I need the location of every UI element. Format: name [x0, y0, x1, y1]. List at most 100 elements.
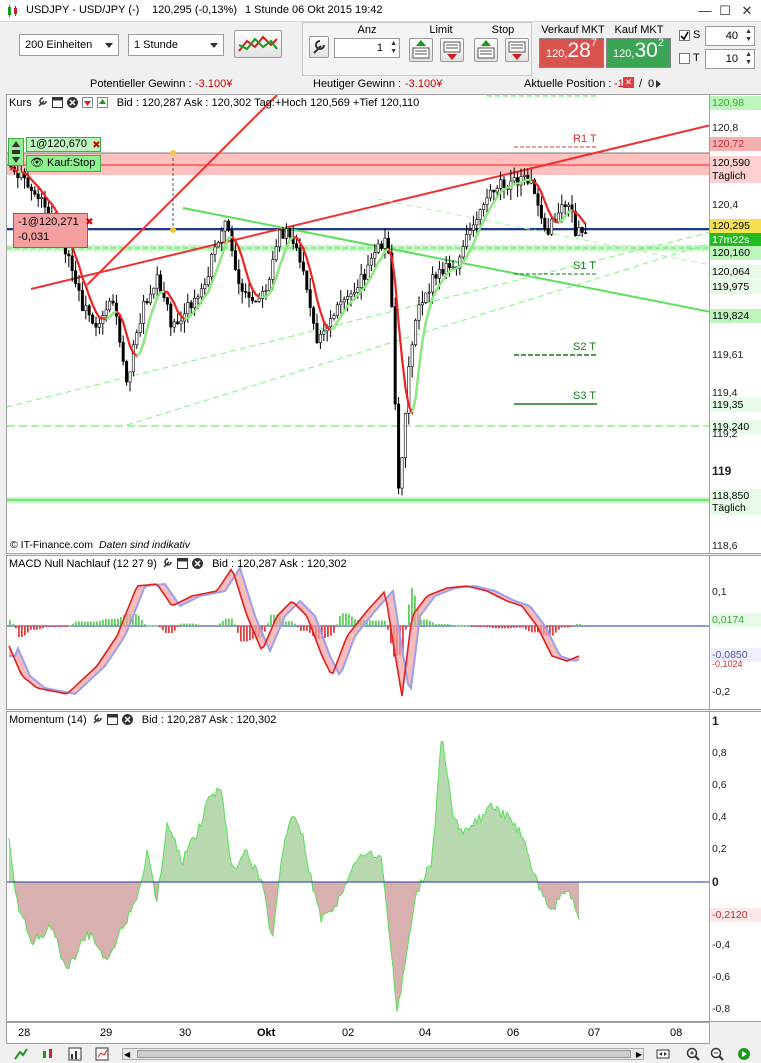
scrollbar-thumb[interactable]	[137, 1050, 631, 1058]
buy-stop-type-tag[interactable]: 👁 Kauf:Stop	[26, 155, 101, 172]
momentum-chart[interactable]	[7, 712, 710, 1022]
macd-panel[interactable]: MACD Null Nachlauf (12 27 9) Bid : 120,2…	[6, 555, 710, 710]
price-axis[interactable]: 120,98 120,8 120,72 120,590 Täglich 120,…	[710, 94, 761, 554]
spin-up-icon[interactable]: ▲	[742, 28, 752, 36]
zoom-out-icon[interactable]	[710, 1047, 724, 1061]
stop-buy-button[interactable]	[474, 38, 498, 62]
buy-stop-order-tag[interactable]: 1@120,670	[26, 137, 101, 152]
buy-order-icon[interactable]	[96, 97, 108, 108]
t-input[interactable]: 10 ▲ ▼	[705, 49, 755, 69]
candle-body	[162, 292, 166, 298]
spin-up-icon[interactable]: ▲	[742, 51, 752, 59]
cancel-order-icon[interactable]: ✖	[91, 140, 102, 151]
candle-body	[363, 273, 367, 280]
bar-chart-icon[interactable]	[68, 1047, 82, 1061]
indicator-button[interactable]	[234, 30, 282, 58]
wrench-button[interactable]	[309, 36, 329, 58]
momentum-axis[interactable]: 1 0,8 0,6 0,4 0,2 0 -0,2120 -0,4 -0,6 -0…	[710, 711, 761, 1022]
ytick-118-6: 118,6	[712, 540, 738, 552]
macd-histogram-bar	[267, 623, 269, 626]
drawing-tools-icon[interactable]	[14, 1047, 28, 1061]
close-circle-icon[interactable]	[192, 558, 204, 569]
candle-body	[383, 237, 387, 249]
wrench-icon[interactable]	[37, 97, 48, 108]
time-axis[interactable]: 28 29 30 Okt 02 04 06 07 08	[6, 1022, 710, 1044]
sell-market-button[interactable]: 120,287	[539, 37, 604, 68]
timeframe-select[interactable]: 1 Stunde	[128, 34, 224, 56]
fit-chart-icon[interactable]	[656, 1047, 670, 1061]
spin-down-icon[interactable]: ▼	[742, 36, 752, 44]
window-icon[interactable]	[106, 714, 118, 725]
checkmark-icon	[680, 31, 689, 41]
auto-scroll-icon[interactable]	[737, 1047, 751, 1061]
close-circle-icon[interactable]	[66, 97, 78, 108]
window-icon[interactable]	[177, 558, 189, 569]
t-checkbox[interactable]	[679, 53, 690, 64]
add-indicator-icon[interactable]	[95, 1047, 109, 1061]
candle-body	[118, 315, 122, 343]
macd-histogram-bar	[21, 626, 23, 638]
macd-axis[interactable]: 0,1 0,0174 -0,0850 -0,1024 -0,2	[710, 555, 761, 710]
candle-body	[278, 229, 282, 248]
candle-body	[468, 230, 472, 235]
price-chart[interactable]: R1 T S1 T S2 T S3 T	[7, 95, 710, 554]
candle-body	[393, 306, 397, 405]
candle-body	[356, 287, 360, 293]
wrench-icon[interactable]	[92, 714, 103, 725]
macd-histogram-bar	[159, 626, 161, 628]
macd-histogram-bar	[96, 621, 98, 626]
maximize-icon[interactable]: ☐	[715, 2, 735, 20]
close-icon[interactable]: ✕	[737, 2, 757, 20]
limit-sell-button[interactable]	[440, 38, 464, 62]
macd-histogram-bar	[93, 621, 95, 626]
scroll-right-icon[interactable]: ▶	[636, 1050, 642, 1059]
minimize-icon[interactable]: —	[695, 2, 715, 20]
s-value: 40	[725, 30, 738, 42]
macd-histogram-bar	[429, 620, 431, 626]
macd-panel-header: MACD Null Nachlauf (12 27 9) Bid : 120,2…	[9, 558, 347, 570]
zoom-in-icon[interactable]	[686, 1047, 700, 1061]
close-circle-icon[interactable]	[121, 714, 133, 725]
macd-chart[interactable]	[7, 556, 710, 710]
limit-buy-button[interactable]	[409, 38, 433, 62]
chart-type-icon[interactable]	[41, 1047, 55, 1061]
buy-market-button[interactable]: 120,302	[606, 37, 671, 68]
macd-histogram-bar	[84, 621, 86, 626]
position-separator: /	[639, 78, 643, 90]
price-panel[interactable]: R1 T S1 T S2 T S3 T Kurs Bid : 120,287 A…	[6, 94, 710, 554]
horizontal-scrollbar[interactable]: ◀ ▶	[122, 1048, 644, 1060]
spin-down-icon[interactable]: ▼	[742, 59, 752, 67]
macd-panel-quote: Bid : 120,287 Ask : 120,302	[212, 558, 347, 570]
macd-histogram-bar	[264, 626, 266, 632]
candle-body	[223, 220, 227, 232]
spin-up-icon[interactable]: ▲	[387, 40, 397, 48]
s-checkbox[interactable]	[679, 30, 690, 41]
s-input[interactable]: 40 ▲ ▼	[705, 26, 755, 46]
close-position-icon[interactable]: ✖	[84, 217, 95, 228]
sell-position-tag[interactable]: -1@120,271 -0,031	[13, 213, 88, 248]
stop-sell-button[interactable]	[505, 38, 529, 62]
anz-input[interactable]: 1 ▲ ▼	[334, 38, 400, 58]
macd-histogram-bar	[453, 625, 455, 627]
macd-histogram-bar	[57, 626, 59, 627]
measure-handle-bottom[interactable]	[170, 227, 176, 233]
units-select[interactable]: 200 Einheiten	[19, 34, 119, 56]
wrench-icon[interactable]	[162, 558, 173, 569]
window-icon[interactable]	[51, 97, 63, 108]
candle-body	[573, 211, 577, 236]
candle-body	[315, 323, 319, 344]
macd-histogram-bar	[201, 625, 203, 627]
xtick-04: 04	[419, 1027, 432, 1039]
candle-body	[189, 302, 193, 309]
macd-histogram-bar	[27, 626, 29, 633]
measure-handle-top[interactable]	[170, 150, 176, 156]
sell-order-icon[interactable]	[81, 97, 93, 108]
moving-average-rising-segment	[330, 248, 389, 331]
close-position-icon[interactable]: ✕	[623, 77, 634, 88]
momentum-panel[interactable]: Momentum (14) Bid : 120,287 Ask : 120,30…	[6, 711, 710, 1022]
order-adjust-icon[interactable]	[8, 138, 24, 166]
candle-body	[257, 298, 261, 302]
expand-arrow-icon[interactable]	[656, 80, 661, 88]
scroll-left-icon[interactable]: ◀	[124, 1050, 130, 1059]
spin-down-icon[interactable]: ▼	[387, 48, 397, 56]
